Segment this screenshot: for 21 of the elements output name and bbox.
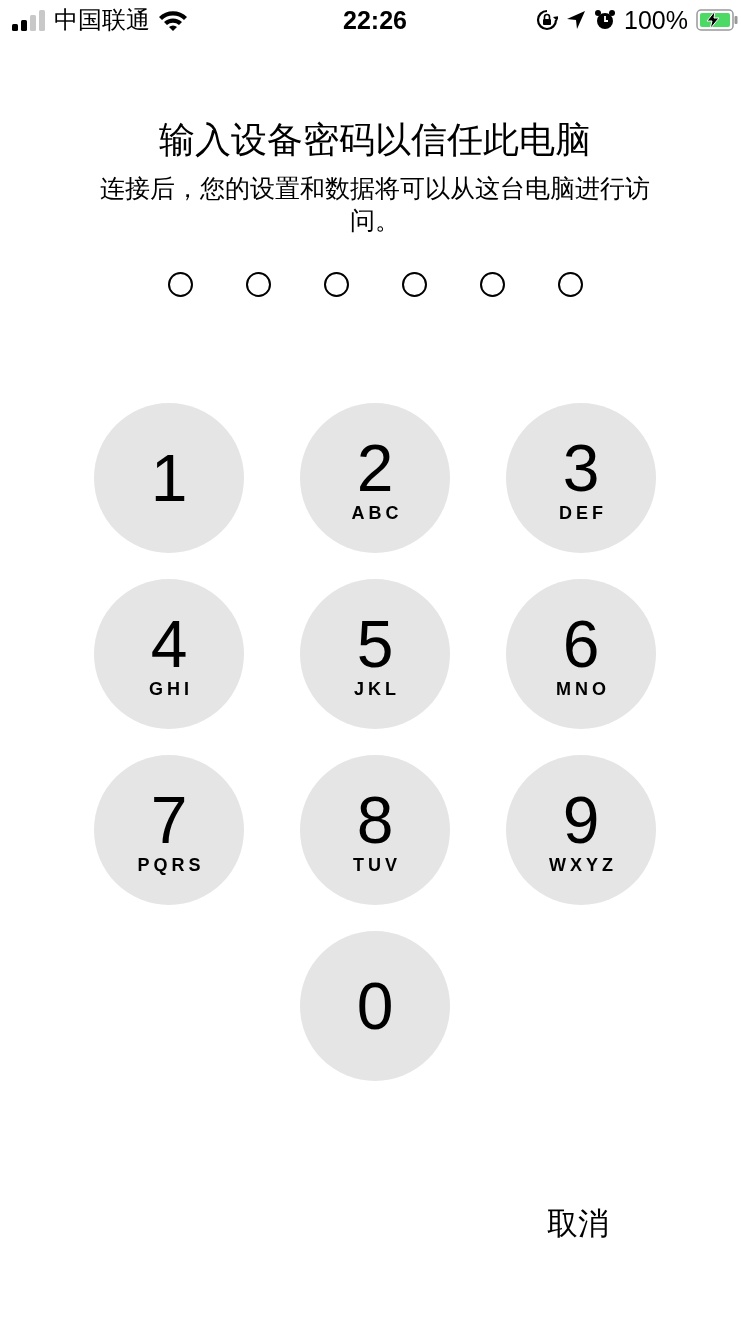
battery-percentage: 100% [624,5,688,35]
keypad-key[interactable]: 3 DEF [506,403,656,553]
keypad-key[interactable]: 0 [300,931,450,1081]
rotation-lock-icon [536,9,559,31]
prompt-title: 输入设备密码以信任此电脑 [159,118,591,162]
signal-icon [12,9,46,31]
clock-time: 22:26 [343,5,407,35]
keypad-key[interactable]: 9 WXYZ [506,755,656,905]
keypad-key[interactable]: 5 JKL [300,579,450,729]
wifi-icon [158,9,188,31]
keypad-key[interactable]: 1 [94,403,244,553]
keypad-key[interactable]: 8 TUV [300,755,450,905]
alarm-clock-icon [594,9,617,31]
keypad-key[interactable]: 4 GHI [94,579,244,729]
keypad-key[interactable]: 6 MNO [506,579,656,729]
cancel-button[interactable]: 取消 [541,1199,615,1249]
location-arrow-icon [566,10,587,30]
prompt-message: 连接后，您的设置和数据将可以从这台电脑进行访问。 [99,173,651,236]
keypad-key[interactable]: 2 ABC [300,403,450,553]
carrier-name: 中国联通 [54,5,150,35]
keypad-key[interactable]: 7 PQRS [94,755,244,905]
